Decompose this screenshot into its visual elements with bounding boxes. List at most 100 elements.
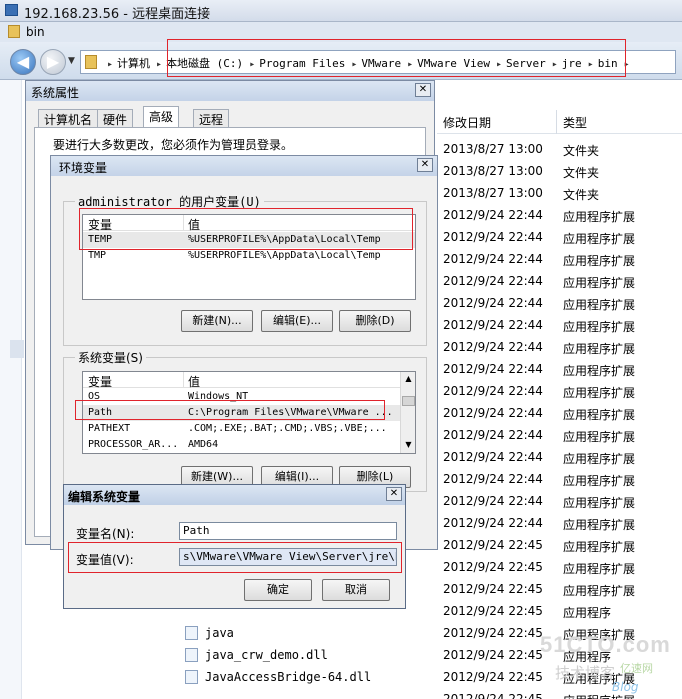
- file-type: 应用程序扩展: [563, 254, 636, 268]
- file-modified-date: 2012/9/24 22:44: [443, 406, 543, 420]
- file-type: 应用程序扩展: [563, 408, 636, 422]
- file-modified-date: 2013/8/27 13:00: [443, 164, 543, 178]
- breadcrumb-item[interactable]: 计算机: [117, 57, 150, 70]
- scrollbar[interactable]: ▲ ▼: [400, 372, 415, 453]
- breadcrumb-separator-icon[interactable]: ▸: [107, 59, 113, 70]
- variable-name: PROCESSOR_AR...: [88, 439, 179, 450]
- close-icon[interactable]: ✕: [417, 158, 433, 172]
- close-icon[interactable]: ✕: [386, 487, 402, 501]
- user-new-button[interactable]: 新建(N)...: [181, 310, 253, 332]
- file-type: 应用程序扩展: [563, 496, 636, 510]
- tab-computer-name[interactable]: 计算机名: [38, 109, 99, 127]
- admin-note: 要进行大多数更改，您必须作为管理员登录。: [53, 138, 294, 152]
- history-dropdown-icon[interactable]: ▼: [68, 56, 75, 66]
- table-row[interactable]: PROCESSOR_AR... AMD64: [83, 437, 401, 453]
- list-item[interactable]: JavaAccessBridge-64.dll: [165, 666, 437, 688]
- tab-hardware[interactable]: 硬件: [97, 109, 134, 127]
- rdp-title-bar: 192.168.23.56 - 远程桌面连接: [0, 0, 682, 22]
- table-row[interactable]: 2012/9/24 22:44 应用程序扩展: [437, 468, 682, 490]
- file-modified-date: 2012/9/24 22:44: [443, 472, 543, 486]
- table-row[interactable]: 2012/9/24 22:44 应用程序扩展: [437, 292, 682, 314]
- user-vars-highlight-box: [79, 208, 413, 250]
- table-row[interactable]: 2012/9/24 22:44 应用程序扩展: [437, 402, 682, 424]
- column-type[interactable]: 类型: [563, 114, 587, 131]
- file-modified-date: 2012/9/24 22:45: [443, 582, 543, 596]
- file-type: 应用程序扩展: [563, 474, 636, 488]
- table-row[interactable]: 2012/9/24 22:44 应用程序扩展: [437, 424, 682, 446]
- variable-name-field[interactable]: Path: [179, 522, 397, 540]
- table-row[interactable]: 2012/9/24 22:45应用程序扩展: [437, 578, 682, 600]
- file-modified-date: 2012/9/24 22:44: [443, 450, 543, 464]
- list-item[interactable]: java_crw_demo.dll: [165, 644, 437, 666]
- file-type: 文件夹: [563, 166, 600, 180]
- table-row[interactable]: 2012/9/24 22:44 应用程序扩展: [437, 270, 682, 292]
- explorer-title: bin: [26, 25, 45, 39]
- scroll-thumb[interactable]: [402, 396, 415, 406]
- value-highlight-box: [68, 542, 402, 573]
- table-row[interactable]: 2012/9/24 22:44 应用程序扩展: [437, 314, 682, 336]
- table-row[interactable]: 2012/9/24 22:45应用程序扩展: [437, 534, 682, 556]
- file-type: 应用程序扩展: [563, 430, 636, 444]
- table-row[interactable]: 2013/8/27 13:00 文件夹: [437, 138, 682, 160]
- table-row[interactable]: 2013/8/27 13:00 文件夹: [437, 160, 682, 182]
- forward-button[interactable]: ▶: [40, 49, 66, 75]
- table-row[interactable]: 2012/9/24 22:44 应用程序扩展: [437, 512, 682, 534]
- table-row[interactable]: 2013/8/27 13:00 文件夹: [437, 182, 682, 204]
- table-row[interactable]: TMP %USERPROFILE%\AppData\Local\Temp: [83, 248, 415, 264]
- cancel-button[interactable]: 取消: [322, 579, 390, 601]
- column-modified-date[interactable]: 修改日期: [443, 114, 491, 131]
- file-type: 应用程序扩展: [563, 276, 636, 290]
- back-button[interactable]: ◀: [10, 49, 36, 75]
- table-row[interactable]: 2012/9/24 22:45 应用程序: [437, 600, 682, 622]
- file-icon: [185, 648, 198, 662]
- scroll-down-icon[interactable]: ▼: [403, 440, 414, 449]
- file-modified-date: 2012/9/24 22:45: [443, 648, 543, 662]
- file-modified-date: 2012/9/24 22:44: [443, 318, 543, 332]
- column-variable[interactable]: 变量: [88, 373, 112, 390]
- variable-name: TMP: [88, 250, 107, 261]
- user-delete-button[interactable]: 删除(D): [339, 310, 411, 332]
- tab-advanced[interactable]: 高级: [143, 106, 180, 128]
- file-modified-date: 2012/9/24 22:45: [443, 560, 543, 574]
- table-row[interactable]: 2012/9/24 22:44 应用程序扩展: [437, 358, 682, 380]
- file-type: 应用程序扩展: [563, 320, 636, 334]
- ok-button[interactable]: 确定: [244, 579, 312, 601]
- folder-icon: [8, 25, 20, 38]
- scroll-up-icon[interactable]: ▲: [403, 374, 414, 383]
- variable-value: .COM;.EXE;.BAT;.CMD;.VBS;.VBE;...: [188, 423, 387, 434]
- file-type: 应用程序扩展: [563, 364, 636, 378]
- path-highlight-box: [75, 400, 385, 420]
- table-row[interactable]: 2012/9/24 22:44 应用程序扩展: [437, 446, 682, 468]
- table-row[interactable]: PATHEXT .COM;.EXE;.BAT;.CMD;.VBS;.VBE;..…: [83, 421, 401, 437]
- table-row[interactable]: 2012/9/24 22:45应用程序扩展: [437, 688, 682, 699]
- table-row[interactable]: 2012/9/24 22:44 应用程序扩展: [437, 248, 682, 270]
- table-row[interactable]: 2012/9/24 22:44 应用程序扩展: [437, 226, 682, 248]
- dialog-title-bar: 系统属性 ✕: [26, 81, 434, 101]
- close-icon[interactable]: ✕: [415, 83, 431, 97]
- table-row[interactable]: 2012/9/24 22:45应用程序扩展: [437, 556, 682, 578]
- table-row[interactable]: 2012/9/24 22:44 应用程序扩展: [437, 204, 682, 226]
- file-modified-date: 2012/9/24 22:44: [443, 384, 543, 398]
- variable-value: %USERPROFILE%\AppData\Local\Temp: [188, 250, 381, 261]
- file-list-header: 修改日期 类型: [437, 110, 682, 134]
- column-value[interactable]: 值: [188, 373, 200, 390]
- navigation-pane-item[interactable]: [10, 340, 24, 358]
- watermark-brand: 亿速网: [620, 662, 653, 675]
- table-row[interactable]: 2012/9/24 22:44 应用程序扩展: [437, 490, 682, 512]
- table-row[interactable]: 2012/9/24 22:44 应用程序扩展: [437, 380, 682, 402]
- file-type: 应用程序扩展: [563, 210, 636, 224]
- folder-icon: [85, 55, 97, 69]
- user-edit-button[interactable]: 编辑(E)...: [261, 310, 333, 332]
- file-name: java_crw_demo.dll: [205, 648, 328, 662]
- tab-remote[interactable]: 远程: [193, 109, 230, 127]
- file-modified-date: 2012/9/24 22:44: [443, 230, 543, 244]
- file-type: 应用程序扩展: [563, 386, 636, 400]
- table-row[interactable]: 2012/9/24 22:44 应用程序扩展: [437, 336, 682, 358]
- breadcrumb-separator-icon[interactable]: ▸: [156, 59, 162, 70]
- file-name: java: [205, 626, 234, 640]
- file-modified-date: 2012/9/24 22:44: [443, 296, 543, 310]
- dialog-title: 系统属性: [31, 86, 80, 100]
- list-item[interactable]: java: [165, 622, 437, 644]
- column-divider[interactable]: [556, 110, 557, 134]
- file-type: 应用程序扩展: [563, 298, 636, 312]
